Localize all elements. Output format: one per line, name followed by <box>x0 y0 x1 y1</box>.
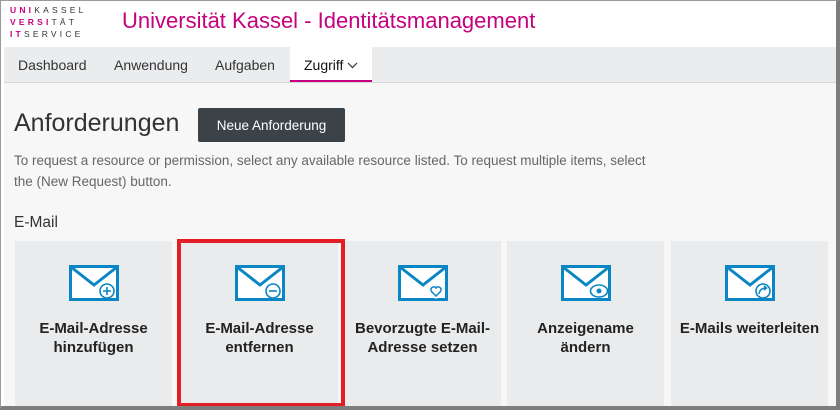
tile-label: E-Mail-Adresse hinzufügen <box>39 320 148 356</box>
mail-remove-icon <box>235 265 285 301</box>
main-content: Anforderungen Neue Anforderung To reques… <box>4 83 836 409</box>
nav-zugriff[interactable]: Zugriff <box>290 47 373 84</box>
page-header-title: Universität Kassel - Identitätsmanagemen… <box>122 8 536 33</box>
tile-label: Bevorzugte E-Mail-Adresse setzen <box>354 320 490 356</box>
mail-add-icon <box>69 265 119 301</box>
mail-view-icon <box>561 265 611 301</box>
logo-row-1: UNIKASSEL <box>10 5 87 15</box>
nav-aufgaben[interactable]: Aufgaben <box>215 47 275 82</box>
university-logo[interactable]: UNIKASSEL VERSITÄT ITSERVICE <box>10 5 110 41</box>
tile-label: Anzeigename ändern <box>537 320 634 356</box>
tile-display-name[interactable]: Anzeigename ändern <box>507 241 664 409</box>
new-request-button[interactable]: Neue Anforderung <box>198 108 345 142</box>
tile-label: E-Mail-Adresse entfernen <box>205 320 314 356</box>
mail-forward-icon <box>725 265 775 301</box>
logo-it-letters: IT <box>10 29 24 39</box>
page-title: Anforderungen <box>14 109 180 137</box>
tile-preferred-email[interactable]: Bevorzugte E-Mail-Adresse setzen <box>344 241 501 409</box>
tile-forward-email[interactable]: E-Mails weiterleiten <box>671 241 828 409</box>
app-header: UNIKASSEL VERSITÄT ITSERVICE Universität… <box>0 0 840 46</box>
mail-favorite-icon <box>398 265 448 301</box>
tile-add-email[interactable]: E-Mail-Adresse hinzufügen <box>15 241 172 409</box>
tile-label: E-Mails weiterleiten <box>679 320 820 337</box>
chevron-down-icon <box>347 48 358 84</box>
section-title-email: E-Mail <box>14 214 58 231</box>
nav-dashboard[interactable]: Dashboard <box>18 47 87 82</box>
logo-row-2: VERSITÄT <box>10 17 78 27</box>
page-description: To request a resource or permission, sel… <box>14 153 646 189</box>
nav-anwendung[interactable]: Anwendung <box>114 47 188 82</box>
logo-row-3: ITSERVICE <box>10 29 84 39</box>
nav-zugriff-label: Zugriff <box>304 57 344 73</box>
main-nav: Dashboard Anwendung Aufgaben Zugriff <box>4 47 836 83</box>
tile-remove-email[interactable]: E-Mail-Adresse entfernen <box>181 241 338 409</box>
